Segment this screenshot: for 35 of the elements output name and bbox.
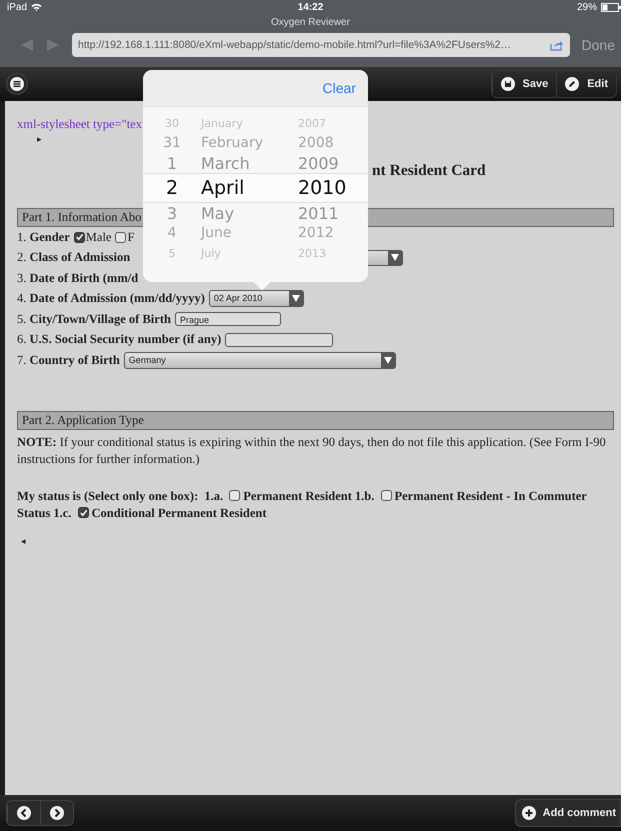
battery-percent: 29%	[576, 2, 597, 12]
text-field[interactable]: Prague	[174, 312, 281, 326]
collapse-toggle[interactable]: ◂	[21, 536, 614, 546]
status-prompt: My status is (Select only one box):	[17, 488, 198, 502]
option-label: Permanent Resident - In Commuter	[394, 488, 587, 502]
option-label: Conditional Permanent Resident	[92, 506, 267, 520]
option-label: F	[127, 230, 134, 245]
note-paragraph: NOTE: If your conditional status is expiring within the next 90 days, then do not file this application. (See Form I-90 instructions for further information.)	[17, 434, 607, 468]
document-title: nt Resident Card	[372, 162, 486, 181]
device-name: iPad	[7, 2, 28, 12]
option-number: 1.a.	[204, 488, 224, 502]
option-number: 1.b.	[354, 488, 374, 502]
field-label: 5. City/Town/Village of Birth	[17, 312, 171, 327]
option-label: Permanent Resident	[243, 488, 352, 502]
url-field[interactable]: http://192.168.1.111:8080/eXml-webapp/static/demo-mobile.html?url=file%3A%2FUsers%2…	[72, 33, 570, 57]
browser-title: Oxygen Reviewer	[270, 16, 351, 30]
field-label: 4. Date of Admission (mm/dd/yyyy)	[17, 291, 205, 306]
option-number: 1.c.	[53, 506, 72, 520]
field-label: 6. U.S. Social Security number (if any)	[17, 332, 222, 348]
picker-row[interactable]: 2 April 2010	[143, 173, 368, 203]
add-comment-button[interactable]: Add comment	[514, 799, 621, 827]
stylesheet-instruction: xml-stylesheet type="tex	[17, 117, 142, 132]
option-label-continuation: Status	[17, 506, 50, 520]
date-select[interactable]: 02 Apr 2010	[208, 290, 304, 308]
field-label: 7. Country of Birth	[17, 352, 120, 368]
edit-button[interactable]: Edit	[556, 71, 616, 97]
field-label: 3. Date of Birth (mm/d	[17, 270, 138, 286]
field-label: 1. Gender	[17, 230, 70, 245]
expand-toggle[interactable]: ▸	[37, 132, 42, 146]
country-select[interactable]: Germany	[124, 352, 396, 369]
clock-time: 14:22	[298, 2, 324, 12]
save-button[interactable]: Save	[492, 71, 556, 97]
field-label: 2. Class of Admission	[17, 250, 130, 266]
section-heading: Part 2. Application Type	[17, 410, 614, 430]
option-label: Male	[86, 230, 112, 245]
